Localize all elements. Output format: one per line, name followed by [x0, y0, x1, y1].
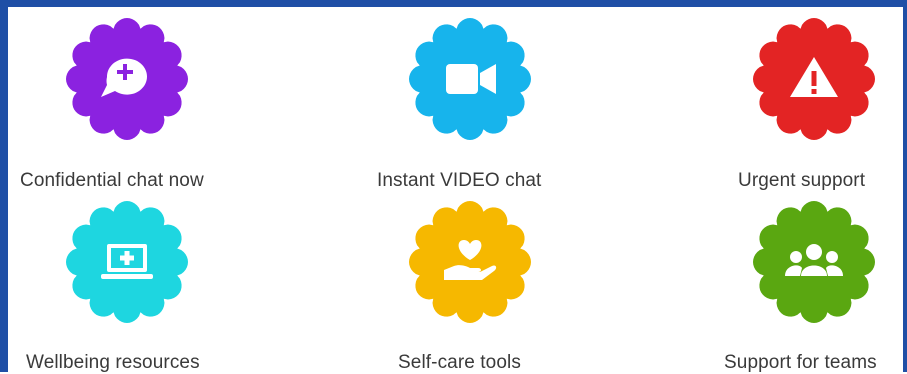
flower-badge	[409, 201, 531, 323]
services-panel: Confidential chat now Instant VIDEO chat	[0, 0, 907, 373]
heart-hand-icon	[408, 200, 532, 324]
tile-label: Confidential chat now	[20, 170, 204, 191]
tile-label: Support for teams	[724, 352, 877, 373]
tile-label: Self-care tools	[398, 352, 521, 373]
chat-plus-icon	[65, 17, 189, 141]
laptop-plus-icon	[65, 200, 189, 324]
tile-label: Instant VIDEO chat	[377, 170, 542, 191]
team-icon	[752, 200, 876, 324]
tile-label: Urgent support	[738, 170, 866, 191]
warning-icon	[752, 17, 876, 141]
video-camera-icon	[408, 17, 532, 141]
tile-label: Wellbeing resources	[26, 352, 200, 373]
flower-badge	[753, 201, 875, 323]
